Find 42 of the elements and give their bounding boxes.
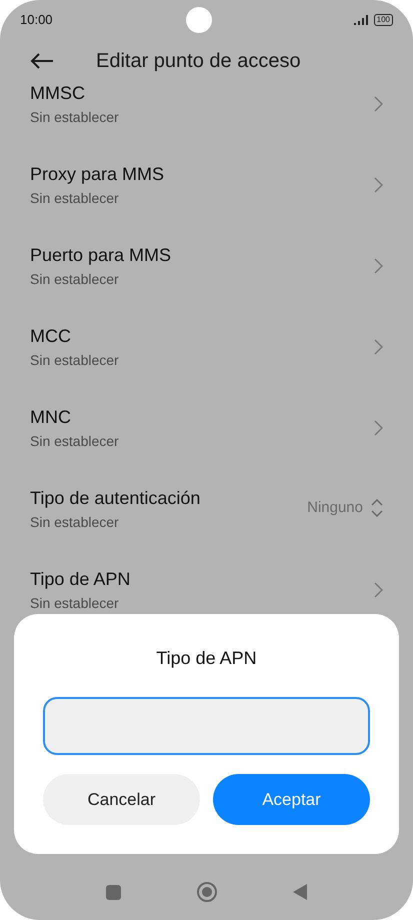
settings-item[interactable]: MMSC Sin establecer (0, 82, 413, 163)
item-subtitle: Sin establecer (30, 594, 120, 612)
recent-apps-button[interactable] (106, 884, 121, 900)
back-arrow-icon[interactable] (30, 53, 54, 69)
item-subtitle: Sin establecer (30, 270, 120, 288)
item-title: Puerto para MMS (30, 244, 172, 266)
item-subtitle: Sin establecer (30, 108, 120, 126)
item-title: Tipo de APN (30, 568, 132, 590)
settings-item[interactable]: Proxy para MMS Sin establecer (0, 163, 413, 244)
cancel-button[interactable]: Cancelar (43, 774, 200, 825)
home-button-icon[interactable] (197, 882, 217, 902)
up-down-chevron-icon (371, 499, 383, 518)
back-triangle-icon[interactable] (293, 884, 307, 900)
settings-item[interactable]: MCC Sin establecer (0, 325, 413, 406)
chevron-right-icon (374, 582, 383, 598)
chevron-right-icon (374, 177, 383, 193)
dialog-title: Tipo de APN (156, 647, 257, 670)
status-time: 10:00 (20, 11, 53, 30)
item-title: Tipo de autenticación (30, 487, 202, 509)
input-field[interactable] (43, 697, 370, 755)
item-subtitle: Sin establecer (30, 513, 120, 531)
accept-button[interactable]: Aceptar (213, 774, 370, 825)
chevron-right-icon (374, 420, 383, 436)
battery-icon: 100 (374, 14, 393, 26)
item-subtitle: Sin establecer (30, 189, 120, 207)
settings-item[interactable]: MNC Sin establecer (0, 406, 413, 487)
chevron-right-icon (374, 339, 383, 355)
item-title: Proxy para MMS (30, 163, 166, 185)
settings-item[interactable]: Puerto para MMS Sin establecer (0, 244, 413, 325)
page-title: Editar punto de acceso (96, 49, 301, 74)
item-value: Ninguno (307, 498, 363, 518)
item-subtitle: Sin establecer (30, 351, 120, 369)
item-subtitle: Sin establecer (30, 432, 120, 450)
signal-icon (354, 15, 370, 25)
item-title: MNC (30, 406, 72, 428)
item-title: MCC (30, 325, 72, 347)
camera-cutout (186, 7, 212, 33)
chevron-right-icon (374, 258, 383, 274)
chevron-right-icon (374, 96, 383, 112)
settings-item[interactable]: Tipo de autenticación Sin establecer Ninguno (0, 487, 413, 568)
settings-item[interactable]: Tipo de APN Sin establecer (0, 568, 413, 649)
item-title: MMSC (30, 82, 86, 104)
